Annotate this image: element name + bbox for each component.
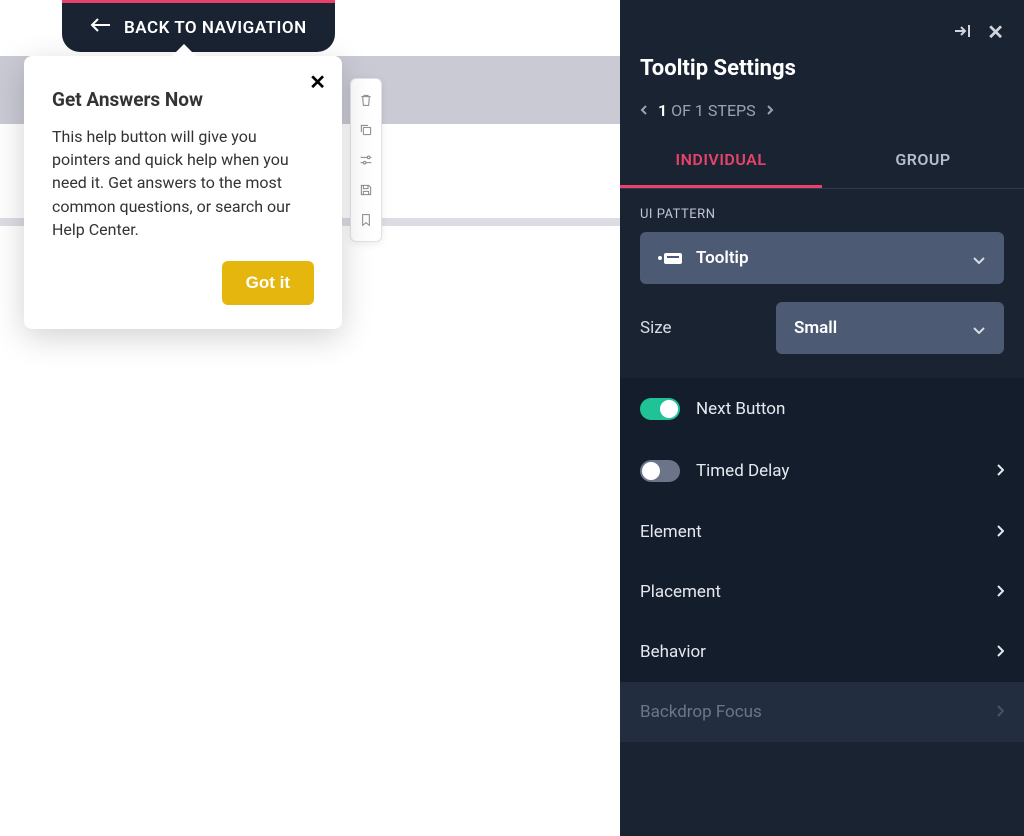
- sliders-icon[interactable]: [351, 145, 381, 175]
- next-button-toggle[interactable]: [640, 398, 680, 420]
- behavior-label: Behavior: [640, 642, 706, 662]
- backdrop-focus-row[interactable]: Backdrop Focus: [620, 682, 1024, 742]
- ui-pattern-label: UI PATTERN: [620, 189, 1024, 232]
- chevron-down-icon: [972, 319, 986, 338]
- chevron-right-icon: [996, 583, 1004, 602]
- element-label: Element: [640, 522, 702, 542]
- timed-delay-row[interactable]: Timed Delay: [620, 440, 1024, 502]
- tooltip-pattern-icon: [658, 253, 682, 264]
- bookmark-icon[interactable]: [351, 205, 381, 235]
- next-button-row: Next Button: [620, 378, 1024, 440]
- copy-icon[interactable]: [351, 115, 381, 145]
- next-button-label: Next Button: [696, 399, 785, 419]
- arrow-left-icon: [90, 17, 112, 38]
- placement-label: Placement: [640, 582, 721, 602]
- ui-pattern-value: Tooltip: [696, 248, 958, 268]
- size-select[interactable]: Small: [776, 302, 1004, 354]
- close-icon[interactable]: ✕: [309, 72, 326, 92]
- chevron-right-icon: [996, 523, 1004, 542]
- placement-row[interactable]: Placement: [620, 562, 1024, 622]
- step-current: 1: [658, 101, 667, 120]
- tooltip-toolbox: [350, 78, 382, 242]
- size-value: Small: [794, 318, 958, 338]
- timed-delay-label: Timed Delay: [696, 461, 980, 481]
- ui-pattern-select[interactable]: Tooltip: [640, 232, 1004, 284]
- settings-tabs: INDIVIDUAL GROUP: [620, 134, 1024, 189]
- panel-title: Tooltip Settings: [620, 44, 1024, 87]
- chevron-down-icon: [972, 249, 986, 268]
- settings-panel: ✕ Tooltip Settings 1 OF 1 STEPS INDIVIDU…: [620, 0, 1024, 836]
- tooltip-preview: ✕ Get Answers Now This help button will …: [24, 56, 342, 329]
- tab-individual[interactable]: INDIVIDUAL: [620, 134, 822, 188]
- save-icon[interactable]: [351, 175, 381, 205]
- tooltip-title[interactable]: Get Answers Now: [52, 88, 314, 111]
- chevron-right-icon: [996, 703, 1004, 722]
- element-row[interactable]: Element: [620, 502, 1024, 562]
- tooltip-body[interactable]: This help button will give you pointers …: [52, 125, 314, 241]
- collapse-panel-icon[interactable]: [953, 23, 971, 42]
- got-it-button[interactable]: Got it: [222, 261, 314, 305]
- close-panel-icon[interactable]: ✕: [987, 20, 1004, 44]
- chevron-right-icon: [996, 462, 1004, 481]
- trash-icon[interactable]: [351, 85, 381, 115]
- editor-canvas: BACK TO NAVIGATION ✕ Get Answers Now Thi…: [0, 0, 620, 836]
- next-step-icon[interactable]: [766, 101, 774, 120]
- back-label: BACK TO NAVIGATION: [124, 18, 307, 38]
- behavior-row[interactable]: Behavior: [620, 622, 1024, 682]
- timed-delay-toggle[interactable]: [640, 460, 680, 482]
- back-to-navigation-button[interactable]: BACK TO NAVIGATION: [62, 0, 335, 52]
- steps-navigator: 1 OF 1 STEPS: [620, 87, 1024, 134]
- backdrop-label: Backdrop Focus: [640, 702, 762, 722]
- size-label: Size: [640, 318, 756, 338]
- tab-group[interactable]: GROUP: [822, 134, 1024, 188]
- chevron-right-icon: [996, 643, 1004, 662]
- prev-step-icon[interactable]: [640, 101, 648, 120]
- step-total-label: OF 1 STEPS: [671, 101, 756, 120]
